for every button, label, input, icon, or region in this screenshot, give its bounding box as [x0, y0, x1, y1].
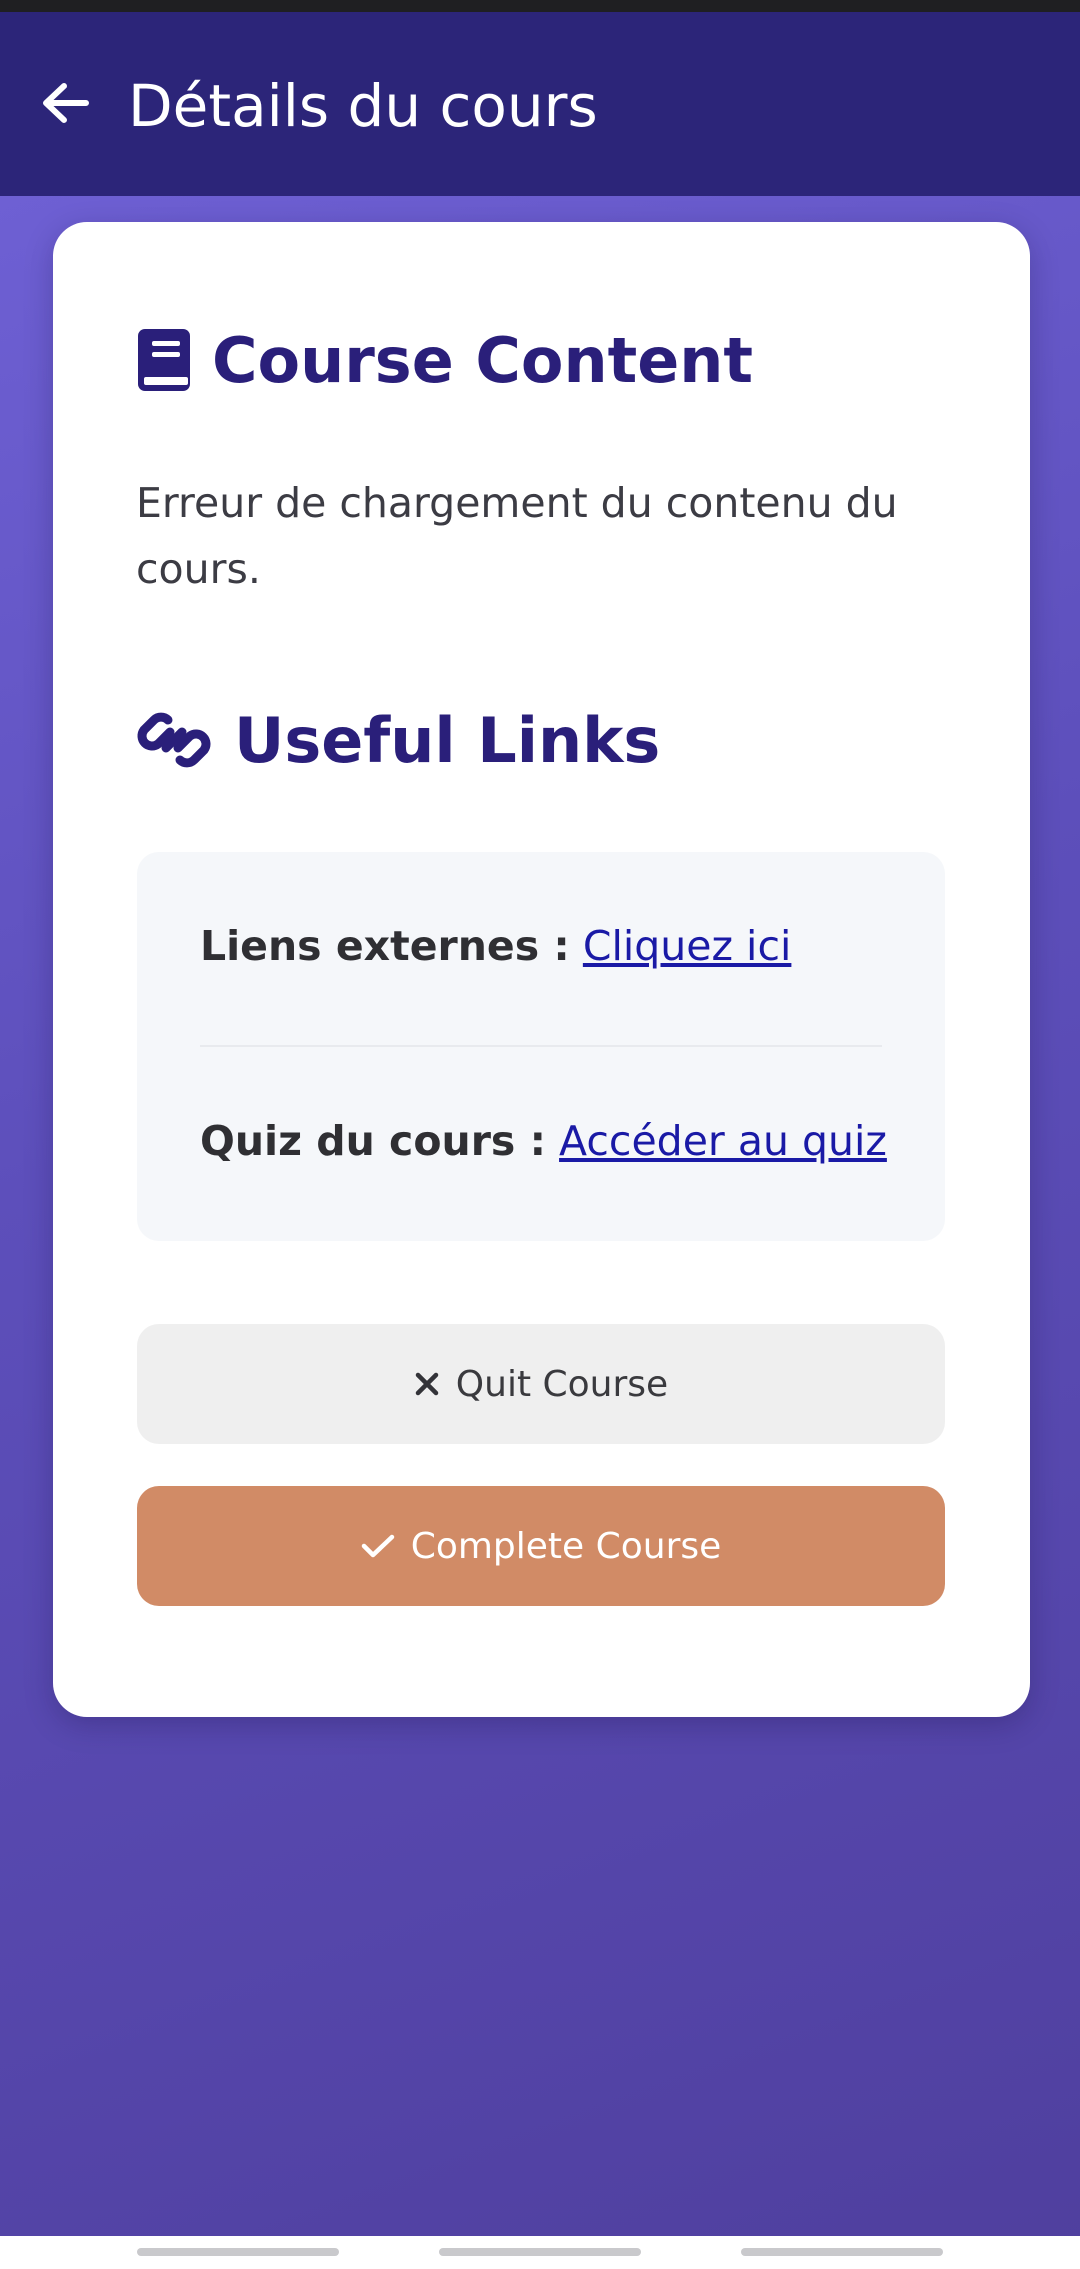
useful-links-title: Useful Links: [234, 703, 661, 777]
divider: [200, 1045, 882, 1047]
course-card: Course Content Erreur de chargement du c…: [53, 222, 1030, 1717]
quit-course-button[interactable]: Quit Course: [137, 1324, 945, 1444]
list-item: Liens externes : Cliquez ici: [200, 918, 791, 974]
quiz-link[interactable]: Accéder au quiz: [559, 1117, 887, 1165]
list-item: Quiz du cours : Accéder au quiz: [200, 1113, 887, 1169]
arrow-left-icon: [43, 83, 89, 123]
system-nav-bar: [0, 2236, 1080, 2269]
page-title: Détails du cours: [128, 72, 598, 140]
error-message: Erreur de chargement du contenu du cours…: [136, 479, 898, 593]
nav-handle[interactable]: [439, 2248, 641, 2256]
quiz-label: Quiz du cours :: [200, 1117, 546, 1165]
course-content-heading: Course Content: [136, 320, 753, 400]
complete-course-label: Complete Course: [410, 1525, 722, 1567]
checkmark-icon: [361, 1534, 394, 1558]
external-links-label: Liens externes :: [200, 922, 570, 970]
back-button[interactable]: [36, 74, 94, 132]
nav-handle[interactable]: [137, 2248, 339, 2256]
book-icon: [138, 329, 190, 391]
app-bar: Détails du cours: [0, 12, 1080, 196]
course-content-title: Course Content: [212, 323, 754, 397]
close-icon: [415, 1372, 439, 1396]
links-panel: Liens externes : Cliquez ici Quiz du cou…: [137, 852, 945, 1241]
useful-links-heading: Useful Links: [136, 700, 660, 780]
quit-course-label: Quit Course: [455, 1363, 669, 1405]
nav-handle[interactable]: [741, 2248, 943, 2256]
complete-course-button[interactable]: Complete Course: [137, 1486, 945, 1606]
link-icon: [137, 712, 211, 768]
external-links-link[interactable]: Cliquez ici: [583, 922, 792, 970]
status-bar: [0, 0, 1080, 12]
